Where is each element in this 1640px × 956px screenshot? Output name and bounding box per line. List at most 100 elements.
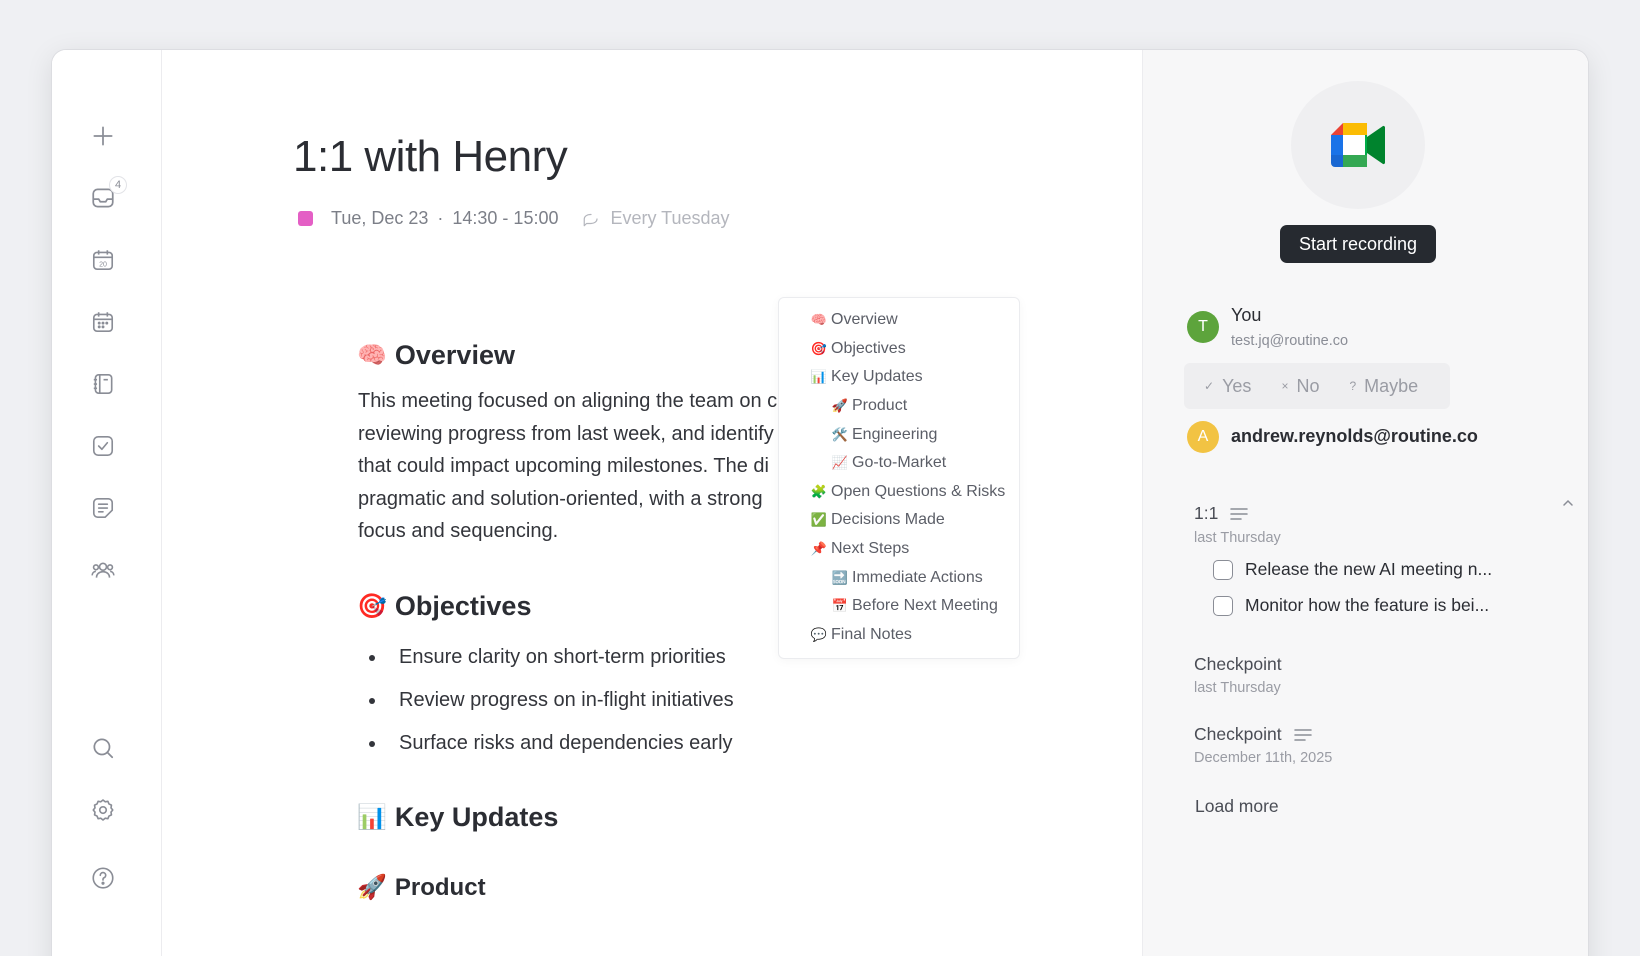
avatar: T	[1187, 311, 1219, 343]
notebook-icon[interactable]	[89, 370, 117, 398]
toc-item[interactable]: 🚀 Product	[779, 392, 1019, 421]
note-title-text: 1:1	[1194, 503, 1219, 523]
task-item[interactable]: Monitor how the feature is bei...	[1213, 595, 1489, 616]
toc-item-label: Engineering	[852, 425, 938, 443]
task-checkbox[interactable]	[1213, 595, 1233, 616]
rsvp-label: Maybe	[1364, 375, 1419, 396]
toc-item-label: Overview	[831, 311, 898, 329]
toc-emoji-icon: ✅	[810, 512, 828, 528]
rsvp-label: Yes	[1222, 375, 1252, 396]
toc-emoji-icon: 🎯	[810, 340, 828, 356]
task-label: Release the new AI meeting n...	[1245, 559, 1493, 579]
list-item-text: Ensure clarity on short-term priorities	[399, 646, 726, 668]
target-emoji-icon: 🎯	[357, 593, 387, 620]
page-title[interactable]: 1:1 with Henry	[293, 132, 568, 182]
note-editor: 1:1 with Henry Tue, Dec 23 · 14:30 - 15:…	[162, 50, 1142, 956]
toc-item[interactable]: 🎯 Objectives	[779, 335, 1019, 364]
brain-emoji-icon: 🧠	[357, 342, 387, 369]
toc-item[interactable]: 💬 Final Notes	[779, 621, 1019, 650]
repeat-icon	[584, 213, 599, 226]
help-icon[interactable]	[89, 864, 117, 892]
section-heading-key-updates[interactable]: 📊 Key Updates	[357, 802, 558, 833]
toc-emoji-icon: 🚀	[831, 398, 849, 414]
section-heading-objectives[interactable]: 🎯 Objectives	[357, 591, 531, 622]
toc-item-label: Product	[852, 397, 908, 415]
toc-item[interactable]: 🔜 Immediate Actions	[779, 563, 1019, 592]
bar-chart-emoji-icon: 📊	[357, 804, 387, 831]
objectives-list: Ensure clarity on short-term priorities …	[358, 636, 734, 765]
toc-item-label: Objectives	[831, 339, 906, 357]
google-meet-icon	[1331, 123, 1385, 167]
toc-emoji-icon: 🔜	[831, 569, 849, 585]
toc-item[interactable]: 📊 Key Updates	[779, 363, 1019, 392]
toc-item-label: Immediate Actions	[852, 568, 983, 586]
section-heading-product[interactable]: 🚀 Product	[357, 873, 486, 902]
tasks-icon[interactable]	[89, 432, 117, 460]
toc-item[interactable]: 🧠 Overview	[779, 306, 1019, 335]
toc-item-label: Key Updates	[831, 368, 923, 386]
section-heading-overview[interactable]: 🧠 Overview	[357, 340, 515, 371]
toc-item[interactable]: 📅 Before Next Meeting	[779, 592, 1019, 621]
rocket-emoji-icon: 🚀	[357, 874, 387, 901]
related-note-title[interactable]: Checkpoint	[1194, 724, 1312, 745]
list-item[interactable]: Surface risks and dependencies early	[358, 722, 734, 765]
task-checkbox[interactable]	[1213, 559, 1233, 580]
list-item-text: Review progress on in-flight initiatives	[399, 689, 734, 711]
document-lines-icon	[1293, 728, 1312, 741]
task-label: Monitor how the feature is bei...	[1245, 595, 1490, 615]
settings-icon[interactable]	[89, 796, 117, 824]
heading-text: Product	[394, 873, 486, 901]
plus-icon[interactable]	[89, 122, 117, 150]
toc-item[interactable]: 🧩 Open Questions & Risks	[779, 478, 1019, 507]
toc-emoji-icon: 📊	[810, 369, 828, 385]
question-icon: ?	[1349, 379, 1357, 393]
rsvp-yes-button[interactable]: ✓ Yes	[1204, 376, 1251, 397]
toc-item-label: Before Next Meeting	[852, 597, 998, 615]
list-item[interactable]: Review progress on in-flight initiatives	[358, 679, 734, 722]
heading-text: Overview	[394, 340, 515, 370]
search-icon[interactable]	[89, 734, 117, 762]
toc-item[interactable]: 📈 Go-to-Market	[779, 449, 1019, 478]
heading-text: Objectives	[394, 591, 532, 621]
calendar-icon[interactable]	[89, 308, 117, 336]
toc-emoji-icon: 📌	[810, 541, 828, 557]
attendee-email[interactable]: andrew.reynolds@routine.co	[1231, 426, 1478, 447]
toc-item[interactable]: ✅ Decisions Made	[779, 506, 1019, 535]
toc-emoji-icon: 📅	[831, 598, 849, 614]
related-note-title[interactable]: Checkpoint	[1194, 654, 1282, 675]
notes-icon[interactable]	[89, 494, 117, 522]
toc-item-label: Go-to-Market	[852, 454, 947, 472]
attendee-name-you: You	[1231, 305, 1262, 325]
list-item[interactable]: Ensure clarity on short-term priorities	[358, 636, 734, 679]
check-icon: ✓	[1204, 379, 1215, 393]
toc-item-label: Next Steps	[831, 540, 910, 558]
toc-emoji-icon: 🛠️	[831, 426, 849, 442]
toc-emoji-icon: 💬	[810, 626, 828, 642]
load-more-button[interactable]: Load more	[1195, 796, 1279, 817]
related-note-title[interactable]: 1:1	[1194, 503, 1249, 524]
bullet-icon	[369, 740, 375, 747]
heading-text: Key Updates	[394, 802, 559, 832]
toc-item[interactable]: 🛠️ Engineering	[779, 420, 1019, 449]
toc-emoji-icon: 🧩	[810, 483, 828, 499]
event-time[interactable]: 14:30 - 15:00	[452, 208, 558, 229]
rsvp-no-button[interactable]: × No	[1281, 376, 1319, 397]
task-item[interactable]: Release the new AI meeting n...	[1213, 559, 1492, 580]
calendar-day-icon[interactable]: 20	[89, 246, 117, 274]
related-note-date: last Thursday	[1194, 530, 1281, 546]
related-note-date: last Thursday	[1194, 680, 1281, 696]
avatar: A	[1187, 421, 1219, 453]
google-meet-button[interactable]	[1291, 81, 1425, 209]
note-title-text: Checkpoint	[1194, 654, 1282, 674]
inbox-icon[interactable]: 4	[89, 176, 127, 212]
event-date[interactable]: Tue, Dec 23	[331, 208, 428, 229]
toc-item-label: Final Notes	[831, 625, 912, 643]
bullet-icon	[369, 697, 375, 704]
chevron-up-icon[interactable]	[1561, 496, 1575, 510]
start-recording-button[interactable]: Start recording	[1280, 225, 1436, 263]
recurrence[interactable]: Every Tuesday	[582, 208, 730, 229]
people-icon[interactable]	[89, 556, 117, 584]
event-details-panel: Start recording T You test.jq@routine.co…	[1142, 50, 1588, 956]
toc-item[interactable]: 📌 Next Steps	[779, 535, 1019, 564]
rsvp-maybe-button[interactable]: ? Maybe	[1349, 376, 1418, 397]
